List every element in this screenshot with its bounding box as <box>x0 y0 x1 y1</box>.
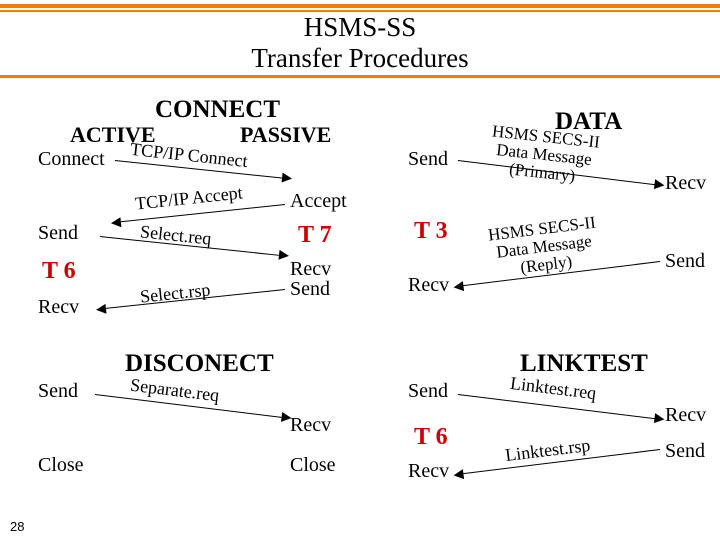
data-t3: T 3 <box>414 218 448 245</box>
orange-rule-mid <box>0 75 720 78</box>
connect-right-accept: Accept <box>290 190 347 213</box>
disconnect-right-recv: Recv <box>290 414 331 437</box>
data-right-send: Send <box>665 250 705 273</box>
connect-left-send: Send <box>38 222 78 245</box>
msg-select-req: Select.req <box>139 221 212 249</box>
title-line2: Transfer Procedures <box>251 43 468 73</box>
data-left-recv: Recv <box>408 274 449 297</box>
linktest-t6: T 6 <box>414 424 448 451</box>
msg-select-rsp: Select.rsp <box>139 279 211 307</box>
connect-right-send: Send <box>290 278 330 301</box>
disconnect-right-close: Close <box>290 454 336 477</box>
linktest-left-send: Send <box>408 380 448 403</box>
connect-passive: PASSIVE <box>240 122 331 148</box>
msg-separate: Separate.req <box>129 375 220 407</box>
disconnect-header: DISCONECT <box>125 350 274 378</box>
linktest-header: LINKTEST <box>520 350 648 378</box>
msg-linktest-rsp: Linktest.rsp <box>504 435 591 466</box>
linktest-right-send: Send <box>665 440 705 463</box>
page-number: 28 <box>10 519 24 534</box>
page-title: HSMS-SS Transfer Procedures <box>0 12 720 74</box>
title-line1: HSMS-SS <box>304 12 417 42</box>
connect-t7: T 7 <box>298 222 332 249</box>
msg-data-primary: HSMS SECS-II Data Message (Primary) <box>487 122 600 187</box>
linktest-right-recv: Recv <box>665 404 706 427</box>
connect-header: CONNECT <box>155 96 280 124</box>
connect-left-connect: Connect <box>38 148 105 171</box>
data-left-send: Send <box>408 148 448 171</box>
data-right-recv: Recv <box>665 172 706 195</box>
disconnect-left-send: Send <box>38 380 78 403</box>
connect-left-recv: Recv <box>38 296 79 319</box>
disconnect-left-close: Close <box>38 454 84 477</box>
connect-t6: T 6 <box>42 258 76 285</box>
linktest-left-recv: Recv <box>408 460 449 483</box>
orange-rule-top <box>0 4 720 8</box>
